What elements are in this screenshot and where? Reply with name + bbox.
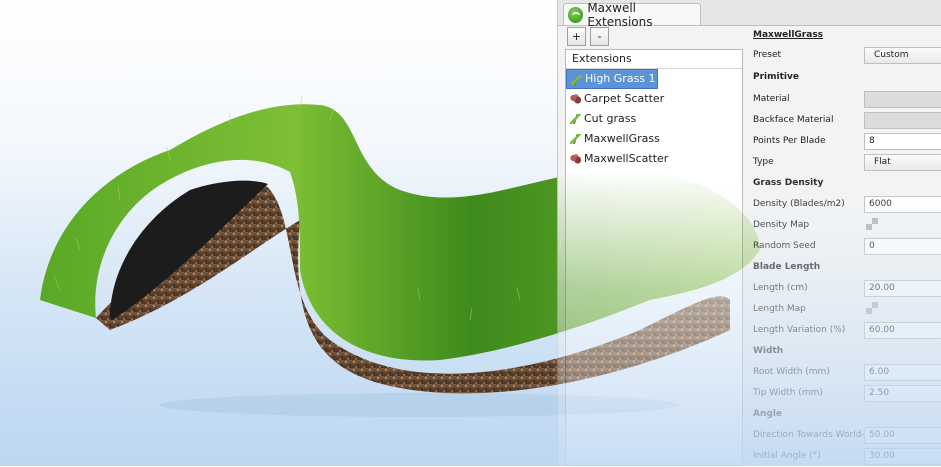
section-blade-length-label: Blade Length	[753, 262, 821, 272]
density-map-texture-icon[interactable]	[866, 218, 878, 230]
list-item-label: Carpet Scatter	[584, 92, 665, 105]
list-item-maxwellgrass[interactable]: MaxwellGrass	[566, 129, 742, 149]
add-extension-button[interactable]: +	[567, 27, 586, 46]
list-item-label: MaxwellGrass	[584, 132, 660, 145]
extension-title: MaxwellGrass	[753, 30, 824, 40]
grass-icon	[571, 75, 582, 85]
list-item-cut-grass[interactable]: Cut grass	[566, 109, 742, 129]
section-primitive-label: Primitive	[753, 72, 799, 82]
scatter-icon	[570, 154, 581, 164]
length-variation-label: Length Variation (%)	[753, 325, 846, 335]
extensions-list: Extensions High Grass 1 Carpet Scatter C…	[565, 49, 743, 466]
direction-world-y-input[interactable]: 50.00	[864, 427, 941, 444]
tab-title: Maxwell Extensions	[587, 0, 653, 29]
grass-icon	[570, 114, 581, 124]
prop-row-density: Density (Blades/m2) 6000	[747, 194, 941, 215]
section-grass-density-label: Grass Density	[753, 178, 824, 188]
prop-row-length: Length (cm) 20.00	[747, 278, 941, 299]
section-blade-length: Blade Length	[747, 257, 941, 278]
points-per-blade-input[interactable]: 8	[864, 133, 941, 150]
section-angle: Angle	[747, 404, 941, 425]
length-map-texture-icon[interactable]	[866, 302, 878, 314]
backface-material-picker[interactable]	[864, 112, 941, 129]
list-item-carpet-scatter[interactable]: Carpet Scatter	[566, 89, 742, 109]
length-variation-input[interactable]: 60.00	[864, 322, 941, 339]
length-map-label: Length Map	[753, 304, 806, 314]
length-label: Length (cm)	[753, 283, 808, 293]
grass-icon	[570, 134, 581, 144]
density-label: Density (Blades/m2)	[753, 199, 845, 209]
prop-row-length-variation: Length Variation (%) 60.00	[747, 320, 941, 341]
root-width-label: Root Width (mm)	[753, 367, 830, 377]
prop-row-length-map: Length Map	[747, 299, 941, 320]
section-width: Width	[747, 341, 941, 362]
prop-title-row: MaxwellGrass	[747, 25, 941, 46]
section-angle-label: Angle	[753, 409, 783, 419]
list-item-maxwellscatter[interactable]: MaxwellScatter	[566, 149, 742, 169]
type-label: Type	[753, 157, 774, 167]
section-primitive: Primitive	[747, 67, 941, 88]
property-grid: MaxwellGrass Preset Custom Primitive Mat…	[747, 25, 941, 466]
random-seed-input[interactable]: 0	[864, 238, 941, 255]
preset-label: Preset	[753, 50, 782, 60]
prop-row-random-seed: Random Seed 0	[747, 236, 941, 257]
prop-row-root-width: Root Width (mm) 6.00	[747, 362, 941, 383]
tip-width-label: Tip Width (mm)	[753, 388, 823, 398]
section-grass-density: Grass Density	[747, 173, 941, 194]
tab-maxwell-extensions[interactable]: Maxwell Extensions	[563, 1, 701, 29]
list-item-label: High Grass 1	[585, 72, 656, 85]
prop-row-points-per-blade: Points Per Blade 8	[747, 131, 941, 152]
prop-row-initial-angle: Initial Angle (°) 30.00	[747, 446, 941, 467]
extensions-list-header: Extensions	[566, 50, 742, 69]
list-item-high-grass-1[interactable]: High Grass 1	[566, 69, 658, 89]
initial-angle-input[interactable]: 30.00	[864, 448, 941, 465]
prop-row-tip-width: Tip Width (mm) 2.50	[747, 383, 941, 404]
maxwell-logo-icon	[568, 6, 584, 23]
maxwell-extensions-panel: Maxwell Extensions + - Extensions High G…	[557, 0, 941, 466]
section-width-label: Width	[753, 346, 784, 356]
backface-material-label: Backface Material	[753, 115, 834, 125]
density-input[interactable]: 6000	[864, 196, 941, 213]
prop-row-preset: Preset Custom	[747, 45, 941, 66]
density-map-label: Density Map	[753, 220, 810, 230]
prop-row-backface-material: Backface Material	[747, 110, 941, 131]
length-input[interactable]: 20.00	[864, 280, 941, 297]
initial-angle-label: Initial Angle (°)	[753, 451, 821, 461]
material-label: Material	[753, 94, 790, 104]
remove-extension-button[interactable]: -	[590, 27, 609, 46]
prop-row-material: Material	[747, 89, 941, 110]
prop-row-direction-world-y: Direction Towards World-Y (%) 50.00	[747, 425, 941, 446]
scatter-icon	[570, 94, 581, 104]
preset-dropdown[interactable]: Custom	[864, 47, 941, 64]
prop-row-density-map: Density Map	[747, 215, 941, 236]
material-picker[interactable]	[864, 91, 941, 108]
prop-row-type: Type Flat	[747, 152, 941, 173]
type-dropdown[interactable]: Flat	[864, 154, 941, 171]
tip-width-input[interactable]: 2.50	[864, 385, 941, 402]
root-width-input[interactable]: 6.00	[864, 364, 941, 381]
list-item-label: Cut grass	[584, 112, 637, 125]
list-item-label: MaxwellScatter	[584, 152, 669, 165]
points-per-blade-label: Points Per Blade	[753, 136, 826, 146]
random-seed-label: Random Seed	[753, 241, 816, 251]
tab-strip: Maxwell Extensions	[558, 0, 941, 29]
